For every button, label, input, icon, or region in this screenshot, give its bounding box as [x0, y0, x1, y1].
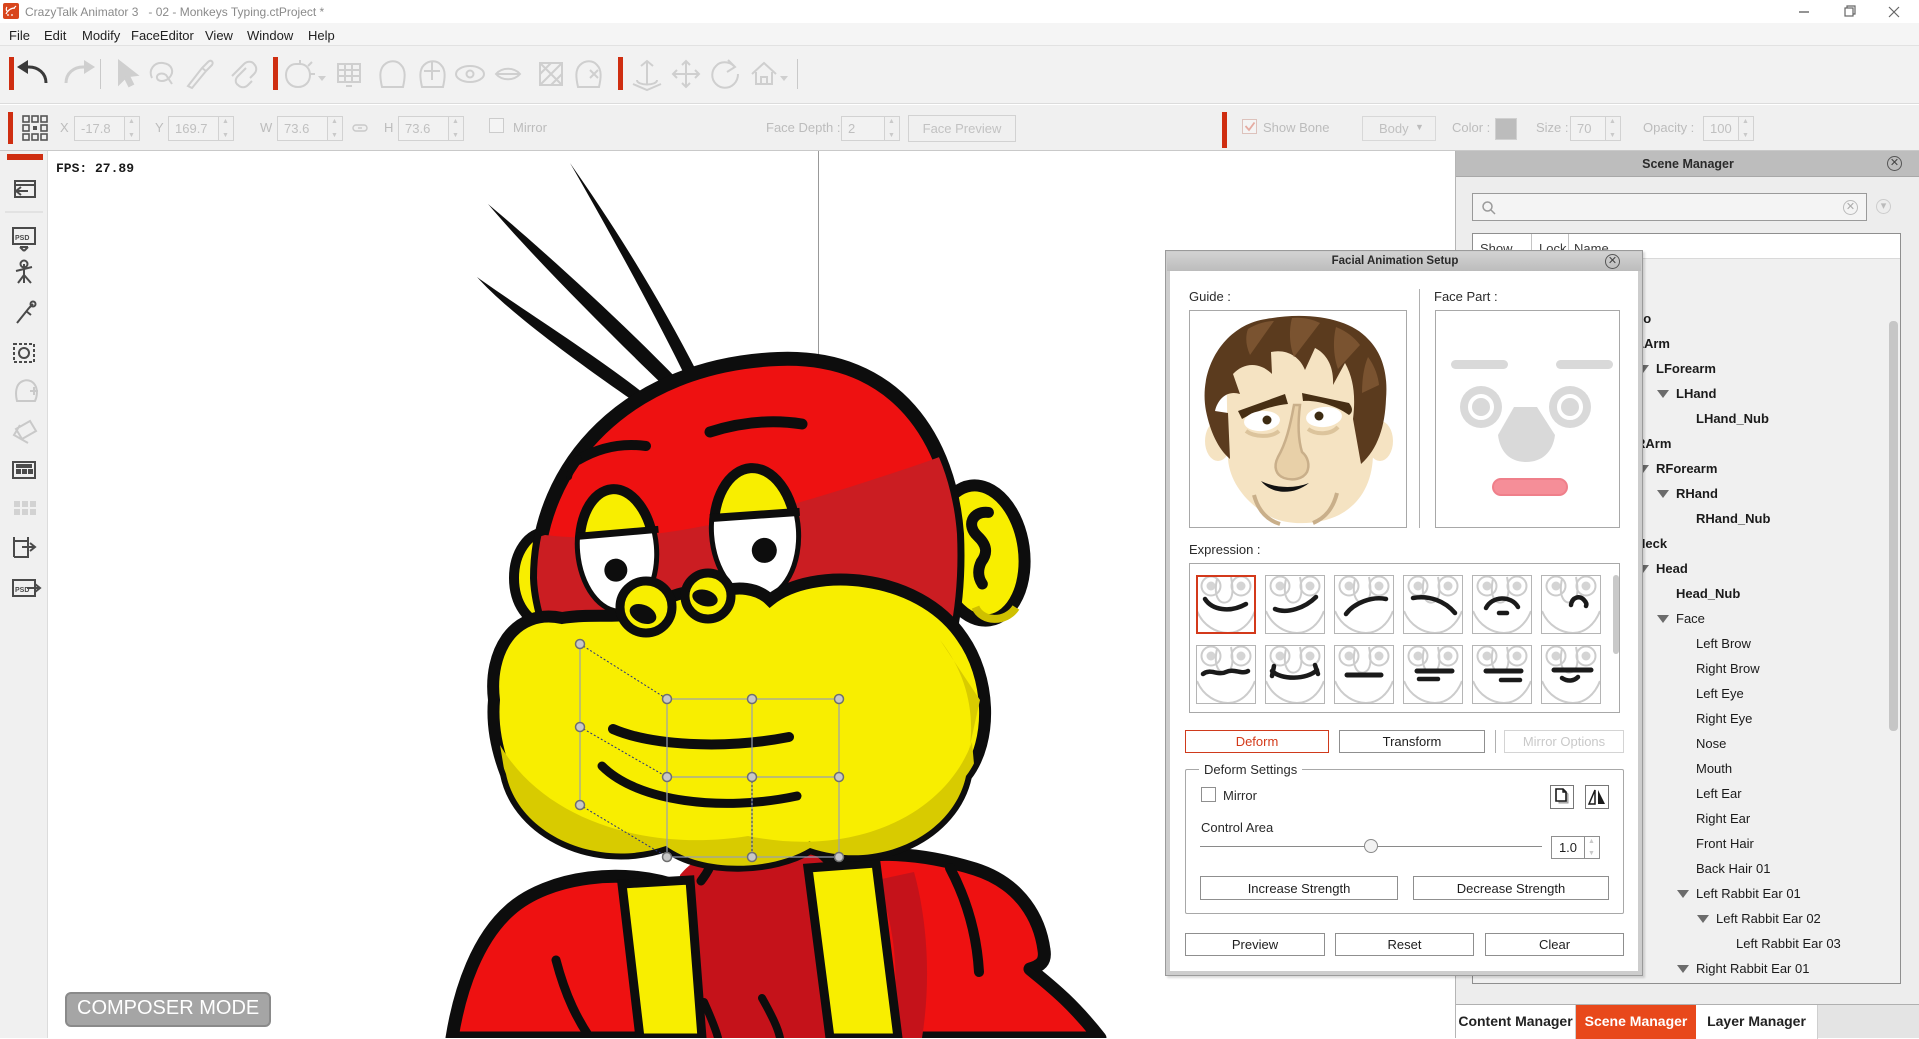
svg-text:PSD: PSD [15, 587, 29, 594]
svg-text:PSD: PSD [15, 235, 29, 242]
